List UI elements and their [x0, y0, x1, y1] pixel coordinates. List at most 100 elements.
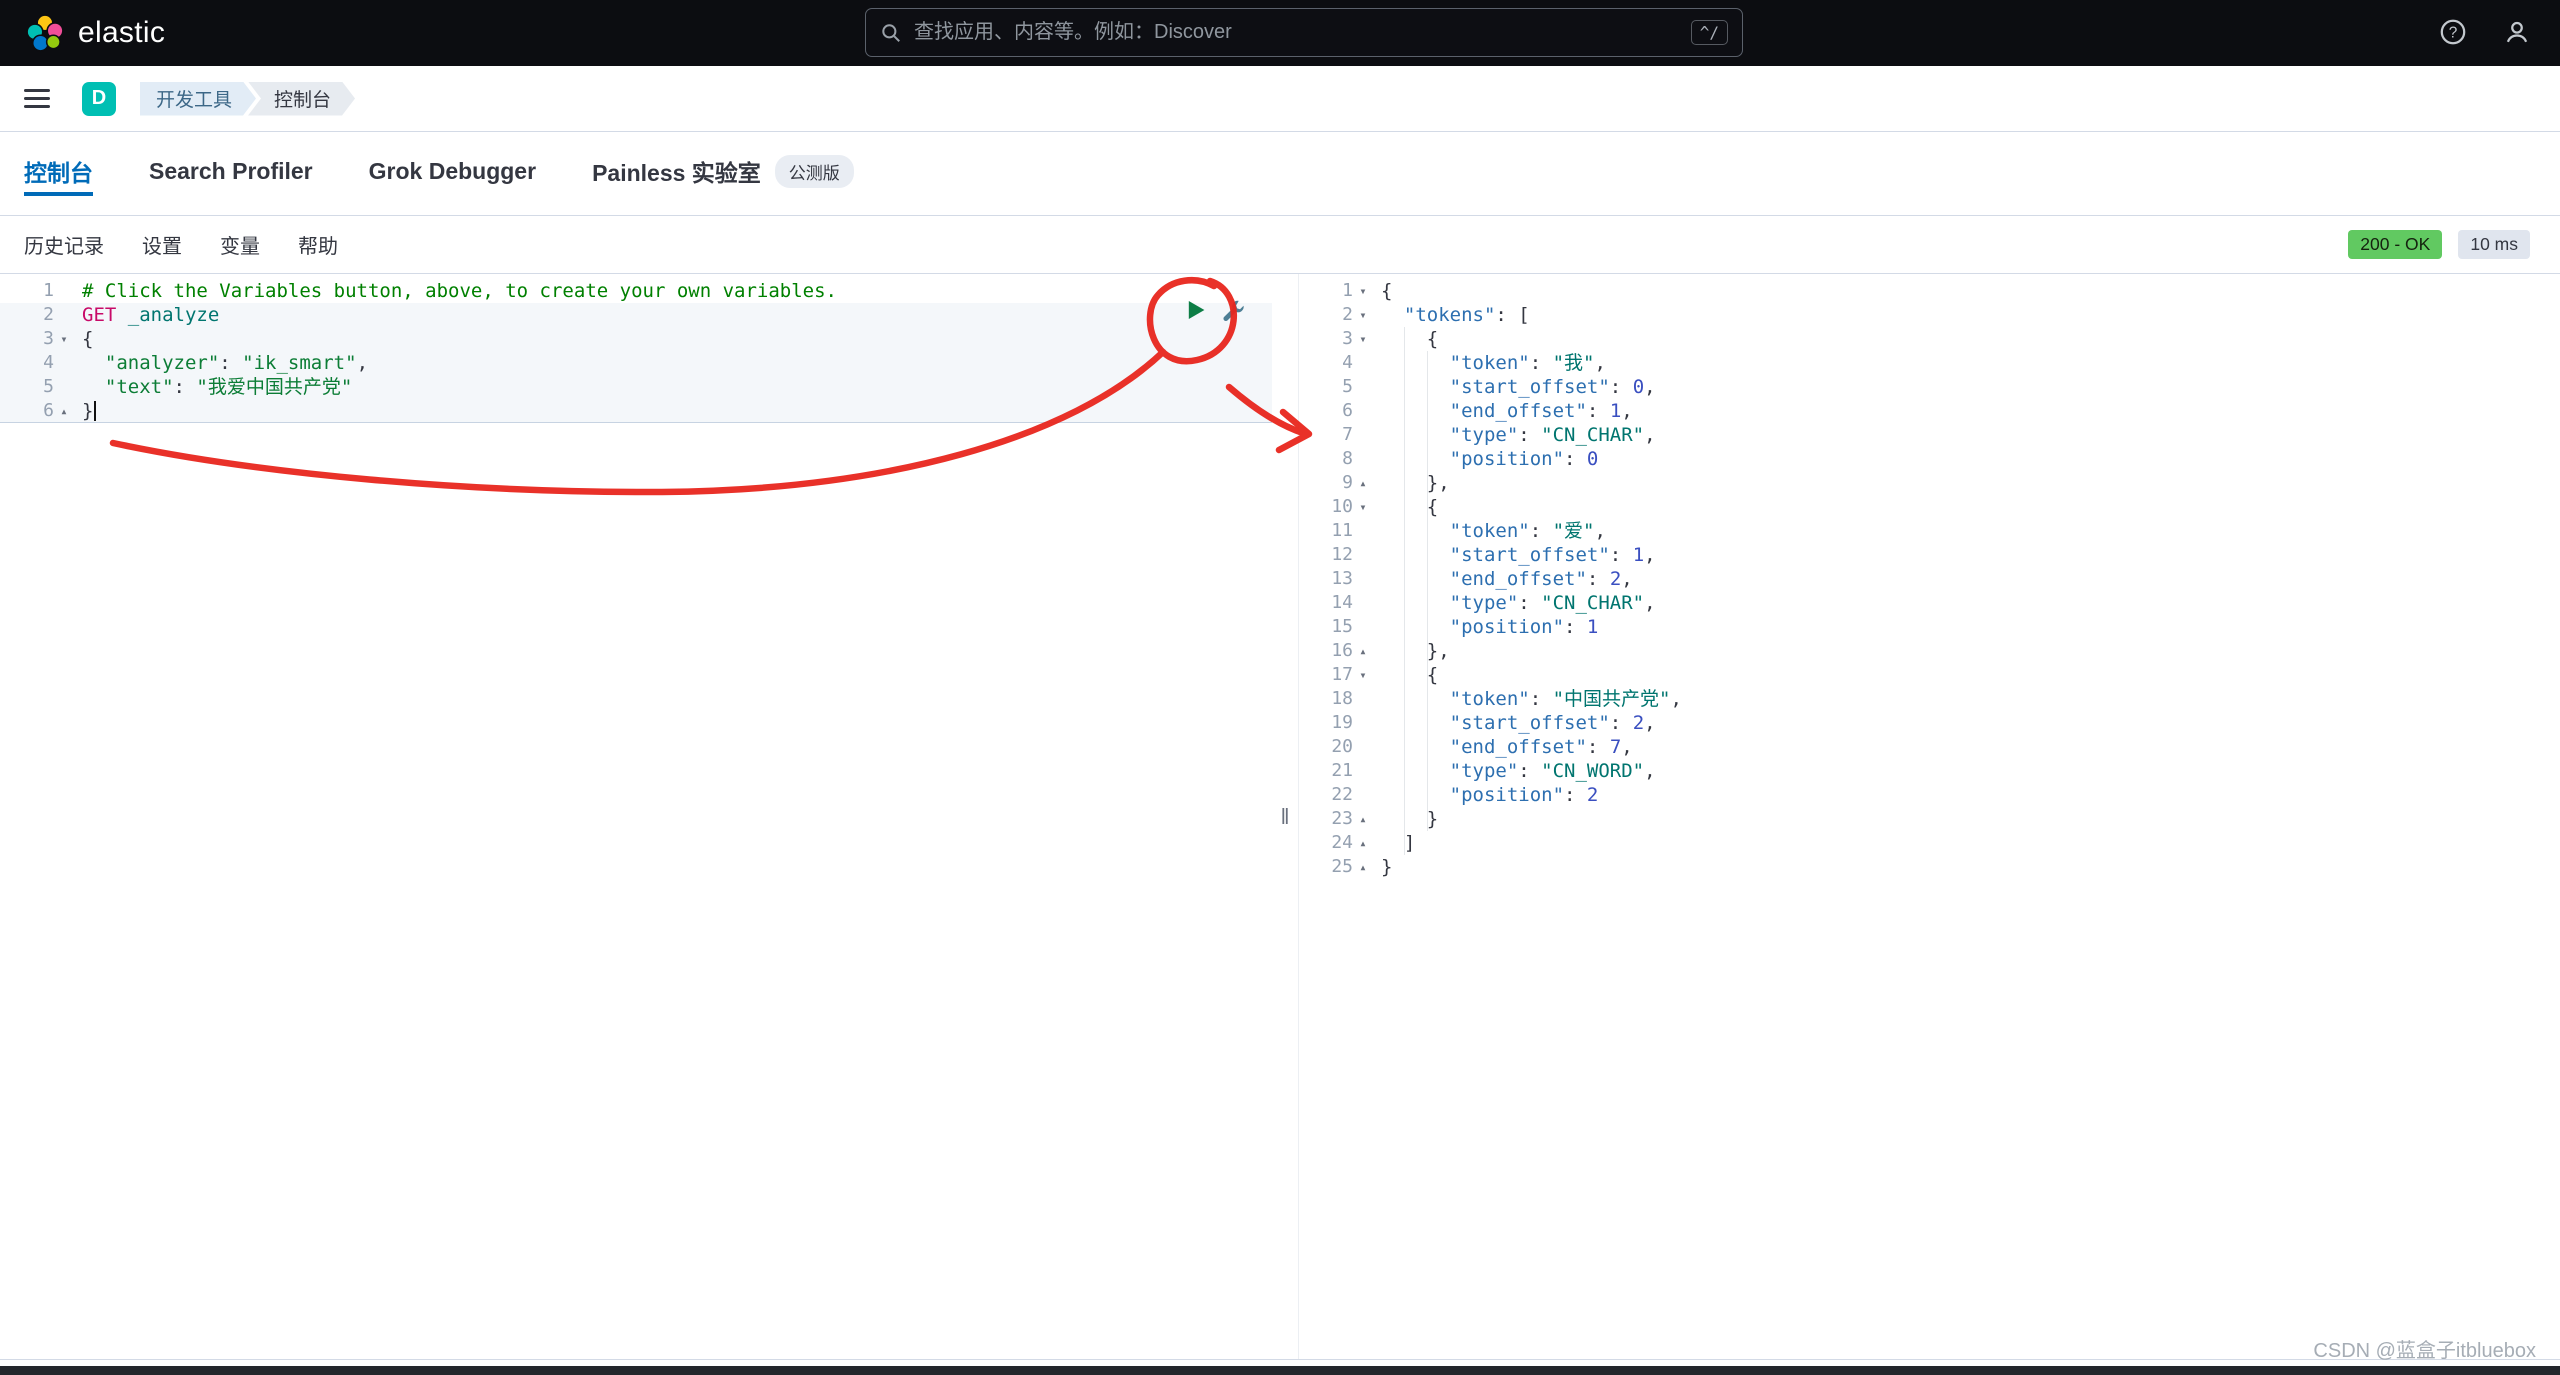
code-text: "start_offset": 0,: [1381, 375, 1656, 399]
code-text: "tokens": [: [1381, 303, 1530, 327]
fold-spacer: [1353, 735, 1371, 759]
fold-toggle-icon[interactable]: ▾: [1353, 303, 1371, 327]
settings-button[interactable]: 设置: [142, 230, 182, 259]
breadcrumb-console[interactable]: 控制台: [248, 82, 355, 116]
code-line[interactable]: 6▴}: [0, 399, 1272, 423]
fold-toggle-icon[interactable]: ▴: [1353, 831, 1371, 855]
code-line[interactable]: 24▴ ]: [1299, 831, 2560, 855]
wrench-icon[interactable]: [1222, 299, 1245, 322]
code-line[interactable]: 21 "type": "CN_WORD",: [1299, 759, 2560, 783]
code-line[interactable]: 4 "token": "我",: [1299, 351, 2560, 375]
global-search[interactable]: ^/: [865, 8, 1743, 57]
help-button[interactable]: 帮助: [298, 230, 338, 259]
code-line[interactable]: 20 "end_offset": 7,: [1299, 735, 2560, 759]
status-badge: 200 - OK: [2348, 230, 2442, 259]
line-number: 5: [1299, 375, 1353, 399]
bottom-edge: [0, 1366, 2560, 1375]
tab-search-profiler[interactable]: Search Profiler: [149, 150, 313, 196]
code-text: }: [1381, 855, 1392, 879]
response-editor[interactable]: 1▾{2▾ "tokens": [3▾ {4 "token": "我",5 "s…: [1299, 274, 2560, 879]
code-line[interactable]: 2▾ "tokens": [: [1299, 303, 2560, 327]
fold-toggle-icon[interactable]: ▾: [1353, 279, 1371, 303]
code-line[interactable]: 18 "token": "中国共产党",: [1299, 687, 2560, 711]
code-text: "end_offset": 2,: [1381, 567, 1633, 591]
code-line[interactable]: 11 "token": "爱",: [1299, 519, 2560, 543]
breadcrumb-dev-tools[interactable]: 开发工具: [140, 82, 256, 116]
code-text: }: [1381, 807, 1438, 831]
resizer-handle-icon: ‖: [1280, 804, 1289, 830]
fold-toggle-icon[interactable]: ▴: [1353, 471, 1371, 495]
code-text: "type": "CN_CHAR",: [1381, 423, 1656, 447]
tab-painless-lab[interactable]: Painless 实验室 公测版: [592, 150, 854, 196]
line-number: 4: [0, 351, 54, 375]
code-line[interactable]: 16▴ },: [1299, 639, 2560, 663]
fold-spacer: [1353, 711, 1371, 735]
request-editor[interactable]: 1# Click the Variables button, above, to…: [0, 274, 1272, 423]
code-line[interactable]: 7 "type": "CN_CHAR",: [1299, 423, 2560, 447]
code-text: # Click the Variables button, above, to …: [82, 279, 837, 303]
code-line[interactable]: 1# Click the Variables button, above, to…: [0, 279, 1272, 303]
line-number: 21: [1299, 759, 1353, 783]
line-number: 13: [1299, 567, 1353, 591]
code-line[interactable]: 19 "start_offset": 2,: [1299, 711, 2560, 735]
code-text: "position": 0: [1381, 447, 1598, 471]
space-avatar[interactable]: D: [82, 82, 116, 116]
help-icon[interactable]: ?: [2436, 15, 2470, 49]
request-pane[interactable]: 1# Click the Variables button, above, to…: [0, 274, 1272, 1359]
code-line[interactable]: 6 "end_offset": 1,: [1299, 399, 2560, 423]
elastic-home-link[interactable]: elastic: [26, 14, 165, 52]
send-request-button[interactable]: [1184, 298, 1208, 322]
code-line[interactable]: 1▾{: [1299, 279, 2560, 303]
code-line[interactable]: 9▴ },: [1299, 471, 2560, 495]
fold-toggle-icon[interactable]: ▾: [1353, 663, 1371, 687]
code-line[interactable]: 12 "start_offset": 1,: [1299, 543, 2560, 567]
fold-toggle-icon[interactable]: ▾: [1353, 327, 1371, 351]
code-text: {: [1381, 495, 1438, 519]
code-line[interactable]: 5 "text": "我爱中国共产党": [0, 375, 1272, 399]
code-line[interactable]: 23▴ }: [1299, 807, 2560, 831]
line-number: 16: [1299, 639, 1353, 663]
code-line[interactable]: 5 "start_offset": 0,: [1299, 375, 2560, 399]
fold-toggle-icon[interactable]: ▴: [1353, 855, 1371, 879]
code-line[interactable]: 10▾ {: [1299, 495, 2560, 519]
menu-button[interactable]: [24, 79, 64, 119]
code-line[interactable]: 3▾{: [0, 327, 1272, 351]
pane-resizer[interactable]: ‖: [1272, 274, 1298, 1359]
brand-name: elastic: [78, 16, 165, 50]
code-line[interactable]: 13 "end_offset": 2,: [1299, 567, 2560, 591]
code-text: "token": "爱",: [1381, 519, 1606, 543]
line-number: 11: [1299, 519, 1353, 543]
global-header: elastic ^/ ?: [0, 0, 2560, 66]
search-shortcut-hint: ^/: [1691, 20, 1728, 45]
code-line[interactable]: 14 "type": "CN_CHAR",: [1299, 591, 2560, 615]
global-search-input[interactable]: [914, 21, 1679, 44]
svg-text:?: ?: [2449, 25, 2458, 42]
code-text: ]: [1381, 831, 1415, 855]
history-button[interactable]: 历史记录: [24, 230, 104, 259]
tab-grok-debugger[interactable]: Grok Debugger: [369, 150, 536, 196]
fold-toggle-icon[interactable]: ▾: [1353, 495, 1371, 519]
tab-console[interactable]: 控制台: [24, 150, 93, 196]
code-line[interactable]: 17▾ {: [1299, 663, 2560, 687]
line-number: 3: [0, 327, 54, 351]
user-menu-icon[interactable]: [2500, 15, 2534, 49]
code-text: GET _analyze: [82, 303, 219, 327]
fold-toggle-icon[interactable]: ▴: [1353, 639, 1371, 663]
fold-toggle-icon[interactable]: ▴: [54, 399, 72, 423]
code-line[interactable]: 4 "analyzer": "ik_smart",: [0, 351, 1272, 375]
tab-label: 控制台: [24, 154, 93, 188]
fold-spacer: [1353, 351, 1371, 375]
code-line[interactable]: 25▴}: [1299, 855, 2560, 879]
fold-toggle-icon[interactable]: ▴: [1353, 807, 1371, 831]
tab-label: Grok Debugger: [369, 158, 536, 185]
watermark-text: CSDN @蓝盒子itbluebox: [2313, 1334, 2536, 1363]
fold-toggle-icon[interactable]: ▾: [54, 327, 72, 351]
variables-button[interactable]: 变量: [220, 230, 260, 259]
code-line[interactable]: 15 "position": 1: [1299, 615, 2560, 639]
response-pane[interactable]: 1▾{2▾ "tokens": [3▾ {4 "token": "我",5 "s…: [1298, 274, 2560, 1359]
code-line[interactable]: 2GET _analyze: [0, 303, 1272, 327]
code-line[interactable]: 22 "position": 2: [1299, 783, 2560, 807]
line-number: 22: [1299, 783, 1353, 807]
code-line[interactable]: 8 "position": 0: [1299, 447, 2560, 471]
code-line[interactable]: 3▾ {: [1299, 327, 2560, 351]
